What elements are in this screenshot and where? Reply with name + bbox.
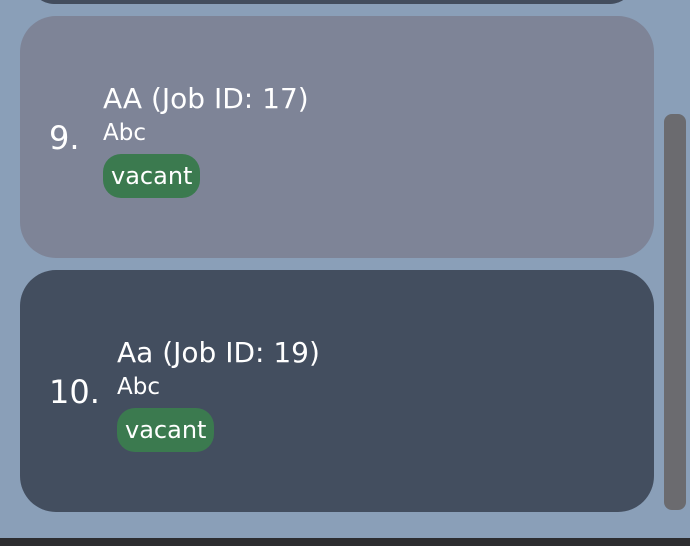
list-item-index: 10. (49, 373, 100, 411)
status-badge: vacant (103, 154, 201, 198)
job-title: AA (Job ID: 17) (103, 82, 309, 115)
job-company: Abc (103, 120, 146, 146)
job-list-panel: 9. AA (Job ID: 17) Abc vacant 10. Aa (Jo… (0, 0, 690, 546)
status-badge: vacant (117, 408, 215, 452)
list-item-content: Aa (Job ID: 19) Abc vacant (117, 336, 320, 452)
job-company: Abc (117, 374, 160, 400)
list-item-job-19[interactable]: 10. Aa (Job ID: 19) Abc vacant (20, 270, 654, 512)
list-item-partial[interactable] (30, 0, 634, 4)
job-title: Aa (Job ID: 19) (117, 336, 320, 369)
list-item-index: 9. (49, 119, 80, 157)
list-item-job-17[interactable]: 9. AA (Job ID: 17) Abc vacant (20, 16, 654, 258)
list-item-content: AA (Job ID: 17) Abc vacant (103, 82, 309, 198)
bottom-border (0, 538, 690, 546)
vertical-scrollbar-thumb[interactable] (664, 114, 686, 510)
